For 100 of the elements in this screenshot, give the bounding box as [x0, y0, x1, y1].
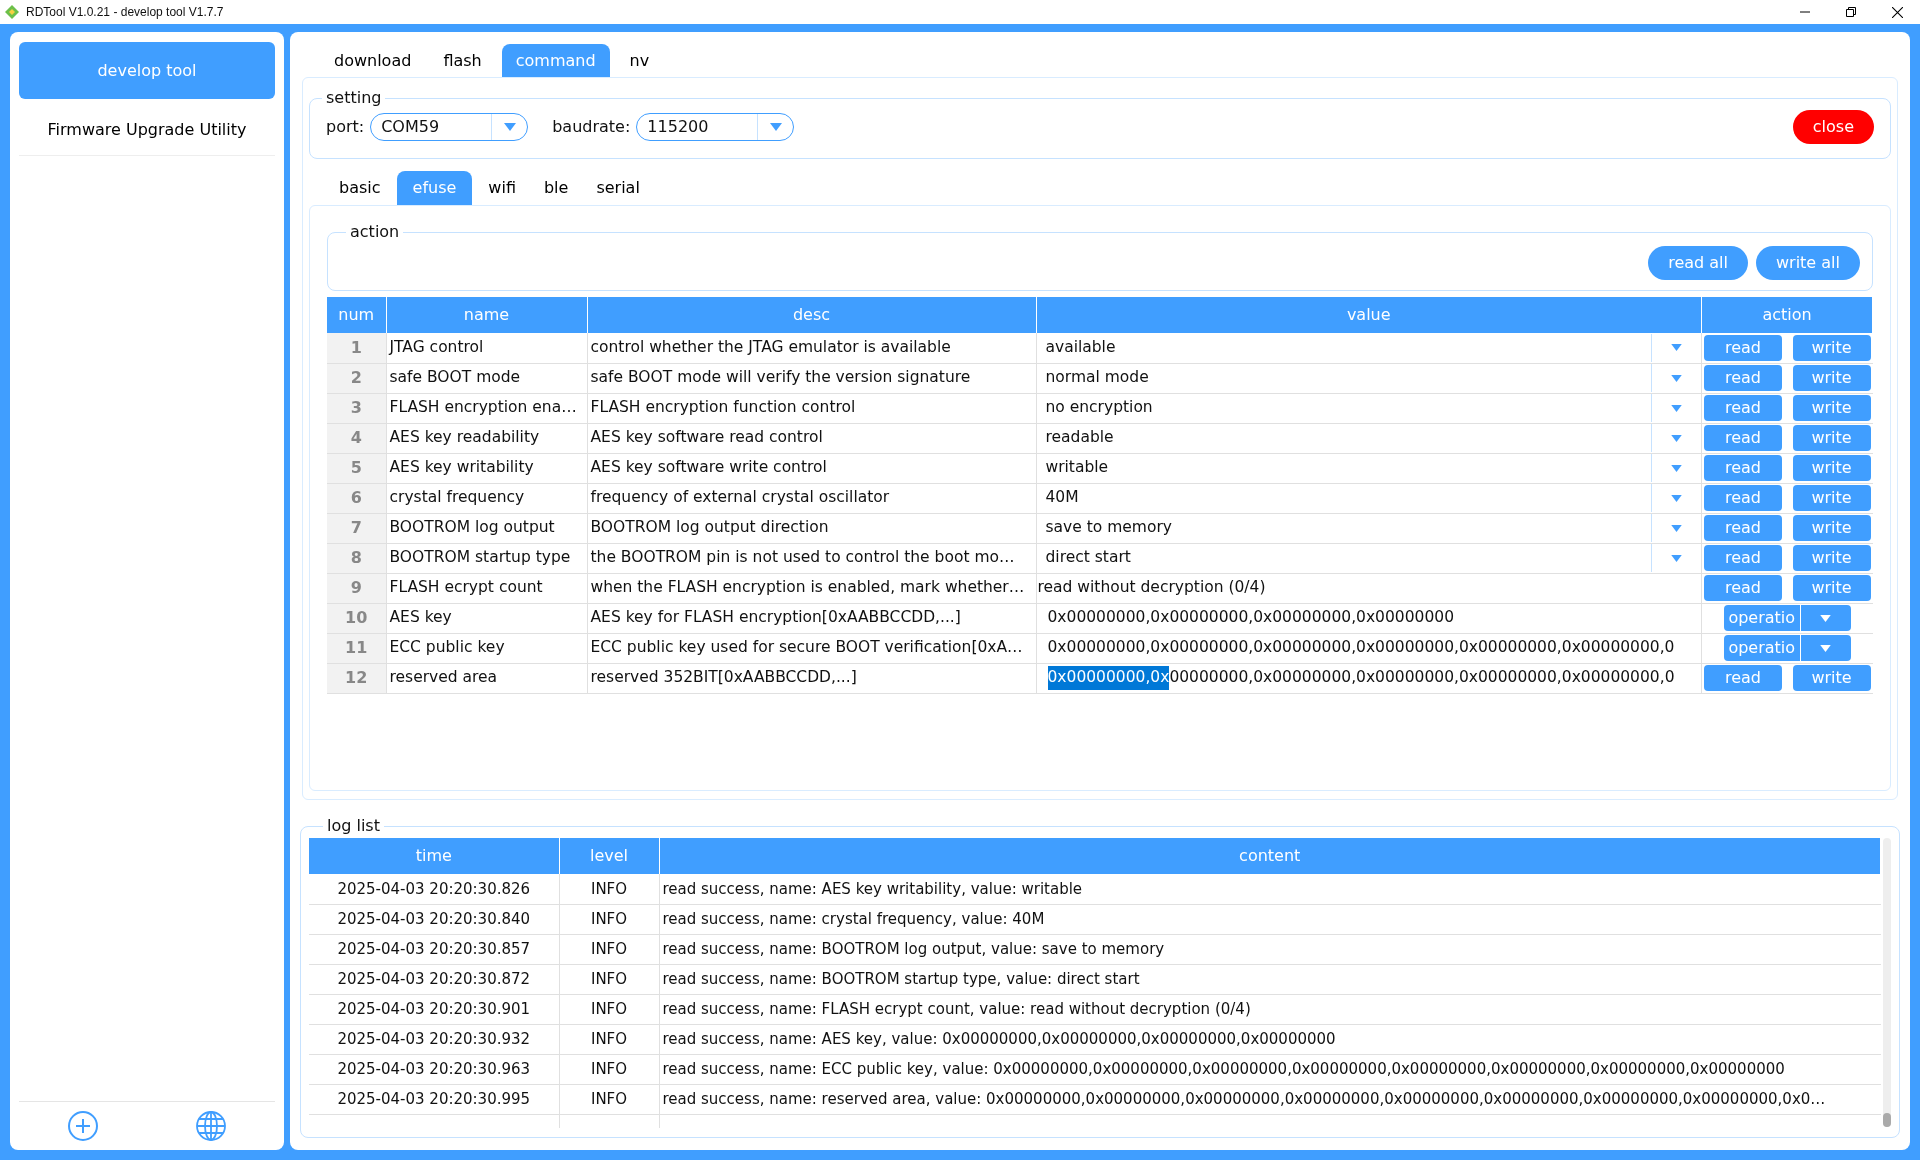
- table-cell: read success, name: ECC public key, value: 0x00000000,0x00000000,0x00000000,0x00000000,0x00000000,0x00000000,0x00000000,0x00000000: [659, 1054, 1881, 1084]
- value-dropdown[interactable]: writable: [1036, 454, 1701, 482]
- action-button[interactable]: read: [1704, 575, 1782, 601]
- table-cell: AES key software write control: [587, 453, 1036, 483]
- action-button[interactable]: read all: [1648, 246, 1748, 280]
- value-input-field[interactable]: 0x00000000,0x00000000,0x00000000,0x00000000: [1036, 604, 1701, 632]
- table-cell: 2025-04-03 20:20:30.840: [309, 904, 559, 934]
- column-header: action: [1701, 297, 1873, 333]
- table-cell: read success, name: crystal frequency, value: 40M: [659, 904, 1881, 934]
- caret-icon: [1671, 494, 1682, 502]
- column-header: desc: [587, 297, 1036, 333]
- tab[interactable]: nv: [617, 44, 662, 77]
- sidebar-item[interactable]: develop tool: [19, 42, 275, 99]
- action-button[interactable]: read: [1704, 545, 1782, 571]
- tab[interactable]: download: [322, 44, 424, 77]
- table-cell: AES key readability: [386, 423, 587, 453]
- table-cell: read success, name: BOOTROM log output, value: save to memory: [659, 934, 1881, 964]
- globe-icon[interactable]: [195, 1110, 227, 1142]
- table-cell: 2025-04-03 20:20:30.932: [309, 1024, 559, 1054]
- table-cell: AES key writability: [386, 453, 587, 483]
- table-cell: safe BOOT mode will verify the version signature: [587, 363, 1036, 393]
- action-button[interactable]: read: [1704, 395, 1782, 421]
- value-input-field[interactable]: 0x00000000,0x00000000,0x00000000,0x00000000,0x00000000,0x00000000,0: [1036, 664, 1701, 692]
- caret-icon: [1671, 434, 1682, 442]
- table-cell: read without decryption (0/4): [1036, 578, 1266, 597]
- action-button[interactable]: write: [1792, 665, 1871, 691]
- table-cell: AES key: [386, 603, 587, 633]
- window-title: RDTool V1.0.21 - develop tool V1.7.7: [26, 4, 224, 21]
- tab[interactable]: command: [501, 44, 610, 77]
- table-cell: reserved area: [386, 663, 587, 693]
- action-button[interactable]: write: [1792, 395, 1871, 421]
- column-header: level: [559, 838, 659, 874]
- value-dropdown[interactable]: 40M: [1036, 484, 1701, 512]
- caret-icon: [503, 123, 516, 131]
- action-button[interactable]: write: [1792, 515, 1871, 541]
- value-dropdown[interactable]: save to memory: [1036, 514, 1701, 542]
- value-dropdown[interactable]: no encryption: [1036, 394, 1701, 422]
- action-button[interactable]: write: [1792, 575, 1871, 601]
- action-button[interactable]: read: [1704, 365, 1782, 391]
- table-cell: FLASH ecrypt count: [386, 573, 587, 603]
- action-button[interactable]: write: [1792, 485, 1871, 511]
- action-button[interactable]: write: [1792, 365, 1871, 391]
- tab[interactable]: ble: [531, 171, 581, 205]
- action-button[interactable]: read: [1704, 425, 1782, 451]
- action-button[interactable]: write: [1792, 455, 1871, 481]
- table-cell: read success, name: AES key writability, value: writable: [659, 874, 1881, 904]
- table-cell: crystal frequency: [386, 483, 587, 513]
- tab[interactable]: flash: [431, 44, 494, 77]
- value-dropdown[interactable]: readable: [1036, 424, 1701, 452]
- table-cell: 2025-04-03 20:20:30.901: [309, 994, 559, 1024]
- column-header: time: [309, 838, 559, 874]
- table-cell: AES key for FLASH encryption[0xAABBCCDD,...]: [587, 603, 1036, 633]
- action-button[interactable]: write all: [1756, 246, 1860, 280]
- tab[interactable]: basic: [327, 171, 393, 205]
- action-button[interactable]: read: [1704, 334, 1782, 361]
- table-cell: FLASH encryption ena…: [386, 393, 587, 423]
- row-number: 7: [327, 513, 386, 543]
- value-dropdown[interactable]: normal mode: [1036, 364, 1701, 392]
- value-input-field[interactable]: 0x00000000,0x00000000,0x00000000,0x00000000,0x00000000,0x00000000,0: [1036, 634, 1701, 662]
- table-cell: safe BOOT mode: [386, 363, 587, 393]
- caret-icon: [1671, 554, 1682, 562]
- tab[interactable]: serial: [584, 171, 652, 205]
- table-cell: when the FLASH encryption is enabled, mark whether…: [587, 573, 1036, 603]
- column-header: content: [659, 838, 1881, 874]
- caret-icon: [1671, 374, 1682, 382]
- value-dropdown[interactable]: direct start: [1036, 544, 1701, 572]
- caret-icon: [1671, 464, 1682, 472]
- column-header: name: [386, 297, 587, 333]
- tab[interactable]: efuse: [396, 171, 473, 205]
- caret-icon: [1671, 524, 1682, 532]
- table-cell: 2025-04-03 20:20:30.857: [309, 934, 559, 964]
- column-header: value: [1036, 297, 1702, 333]
- tab[interactable]: wifi: [476, 171, 528, 205]
- close-icon[interactable]: [1891, 6, 1903, 18]
- close-button[interactable]: close: [1792, 110, 1874, 144]
- action-button[interactable]: read: [1704, 665, 1782, 691]
- row-number: 1: [327, 333, 386, 363]
- action-button[interactable]: read: [1704, 485, 1782, 511]
- action-button[interactable]: write: [1792, 545, 1871, 571]
- value-dropdown[interactable]: available: [1036, 333, 1701, 362]
- table-cell: ECC public key used for secure BOOT verification[0xA…: [587, 633, 1036, 663]
- add-icon[interactable]: [67, 1110, 99, 1142]
- table-cell: FLASH encryption function control: [587, 393, 1036, 423]
- table-cell: the BOOTROM pin is not used to control the boot mo…: [587, 543, 1036, 573]
- scrollbar[interactable]: [1883, 838, 1891, 1127]
- action-button[interactable]: write: [1792, 425, 1871, 451]
- restore-icon[interactable]: [1846, 7, 1856, 17]
- row-number: 12: [327, 663, 386, 693]
- table-cell: INFO: [559, 1024, 659, 1054]
- row-number: 2: [327, 363, 386, 393]
- action-button[interactable]: read: [1704, 515, 1782, 541]
- row-number: 11: [327, 633, 386, 663]
- group-label: action: [349, 221, 401, 243]
- table-cell: INFO: [559, 874, 659, 904]
- table-cell: ECC public key: [386, 633, 587, 663]
- table-cell: read success, name: BOOTROM startup type, value: direct start: [659, 964, 1881, 994]
- action-button[interactable]: read: [1704, 455, 1782, 481]
- sidebar-item[interactable]: Firmware Upgrade Utility: [19, 105, 275, 156]
- table-cell: INFO: [559, 964, 659, 994]
- action-button[interactable]: write: [1792, 334, 1871, 361]
